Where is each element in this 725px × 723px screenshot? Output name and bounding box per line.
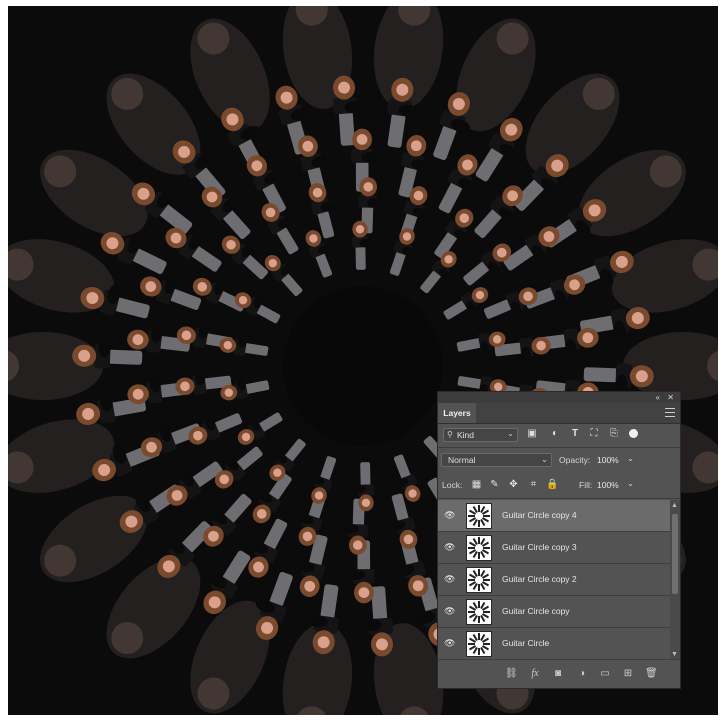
collapse-icon[interactable]: « bbox=[656, 392, 660, 403]
scroll-down-icon[interactable]: ▼ bbox=[671, 651, 678, 658]
pixel-filter-icon[interactable]: ▣ bbox=[526, 428, 538, 440]
divider bbox=[438, 447, 680, 448]
new-layer-icon[interactable]: ⊞ bbox=[622, 668, 634, 680]
opacity-label: Opacity: bbox=[559, 455, 591, 465]
layer-row[interactable]: 👁 Guitar Circle copy bbox=[438, 596, 670, 628]
layer-thumbnail bbox=[466, 567, 492, 593]
chevron-down-icon[interactable]: ⌄ bbox=[627, 478, 634, 489]
smart-object-filter-icon[interactable]: ⎘ bbox=[608, 428, 620, 440]
chevron-down-icon: ⌄ bbox=[507, 429, 514, 438]
fx-icon[interactable]: fx bbox=[529, 668, 541, 680]
panel-tab-row: Layers bbox=[438, 403, 680, 424]
close-icon[interactable]: ✕ bbox=[667, 392, 674, 403]
lock-all-icon[interactable]: 🔒 bbox=[546, 479, 558, 490]
layer-thumbnail bbox=[466, 503, 492, 529]
layer-thumbnail bbox=[466, 599, 492, 625]
chevron-down-icon[interactable]: ⌄ bbox=[627, 453, 634, 464]
layers-list: 👁 Guitar Circle copy 4 👁 Guitar Circle c… bbox=[438, 500, 670, 660]
eye-visibility-icon[interactable]: 👁 bbox=[444, 511, 456, 520]
group-folder-icon[interactable]: ▭ bbox=[599, 668, 611, 680]
search-icon: ⚲ bbox=[447, 430, 453, 439]
lock-artboard-icon[interactable]: ⌗ bbox=[528, 479, 539, 490]
lock-position-icon[interactable]: ✥ bbox=[508, 479, 519, 490]
eye-visibility-icon[interactable]: 👁 bbox=[444, 543, 456, 552]
blend-mode-value: Normal bbox=[448, 455, 476, 465]
eye-visibility-icon[interactable]: 👁 bbox=[444, 639, 456, 648]
divider bbox=[438, 498, 680, 499]
layer-thumbnail bbox=[466, 631, 492, 657]
layer-row[interactable]: 👁 Guitar Circle bbox=[438, 628, 670, 660]
lock-label: Lock: bbox=[442, 480, 463, 490]
lock-transparent-icon[interactable]: ▦ bbox=[471, 479, 482, 490]
filter-toggle[interactable] bbox=[629, 429, 638, 438]
filter-row: ⚲ Kind ⌄ ▣ ◐ T ⛶ ⎘ bbox=[438, 424, 680, 446]
mask-icon[interactable]: ◙ bbox=[552, 668, 564, 680]
panel-title-bar: « ✕ bbox=[438, 392, 680, 403]
trash-icon[interactable]: 🗑 bbox=[645, 668, 658, 680]
chevron-down-icon: ⌄ bbox=[540, 454, 548, 464]
scroll-up-icon[interactable]: ▲ bbox=[671, 502, 678, 509]
layers-scrollbar[interactable]: ▲ ▼ bbox=[670, 500, 680, 660]
layer-name[interactable]: Guitar Circle bbox=[502, 638, 549, 648]
fill-label: Fill: bbox=[579, 480, 593, 490]
layers-panel: « ✕ Layers ⚲ Kind ⌄ ▣ ◐ T ⛶ ⎘ Normal ⌄ O… bbox=[437, 391, 681, 689]
lock-image-icon[interactable]: ✎ bbox=[489, 479, 500, 490]
blend-row: Normal ⌄ Opacity: 100% ⌄ bbox=[438, 449, 680, 471]
layer-name[interactable]: Guitar Circle copy bbox=[502, 606, 570, 616]
type-filter-icon[interactable]: T bbox=[569, 428, 581, 440]
layer-row[interactable]: 👁 Guitar Circle copy 2 bbox=[438, 564, 670, 596]
layer-name[interactable]: Guitar Circle copy 3 bbox=[502, 542, 577, 552]
tab-layers[interactable]: Layers bbox=[438, 403, 476, 423]
panel-menu-icon[interactable] bbox=[665, 408, 675, 417]
panel-bottom-bar: ⛓ fx ◙ ◑ ▭ ⊞ 🗑 bbox=[438, 659, 680, 688]
kind-label: Kind bbox=[457, 430, 475, 440]
layer-row[interactable]: 👁 Guitar Circle copy 3 bbox=[438, 532, 670, 564]
shape-filter-icon[interactable]: ⛶ bbox=[588, 428, 600, 440]
scrollbar-thumb[interactable] bbox=[672, 514, 678, 594]
fill-value[interactable]: 100% bbox=[597, 480, 619, 490]
opacity-value[interactable]: 100% bbox=[597, 455, 619, 465]
kind-filter-select[interactable]: ⚲ Kind ⌄ bbox=[443, 428, 518, 442]
layer-name[interactable]: Guitar Circle copy 4 bbox=[502, 510, 577, 520]
blend-mode-select[interactable]: Normal ⌄ bbox=[441, 453, 552, 467]
adjustment-filter-icon[interactable]: ◐ bbox=[549, 428, 561, 440]
eye-visibility-icon[interactable]: 👁 bbox=[444, 575, 456, 584]
layer-row[interactable]: 👁 Guitar Circle copy 4 bbox=[438, 500, 670, 532]
layer-name[interactable]: Guitar Circle copy 2 bbox=[502, 574, 577, 584]
layer-thumbnail bbox=[466, 535, 492, 561]
eye-visibility-icon[interactable]: 👁 bbox=[444, 607, 456, 616]
adjustment-layer-icon[interactable]: ◑ bbox=[576, 668, 588, 680]
link-layers-icon[interactable]: ⛓ bbox=[505, 668, 518, 680]
lock-row: Lock: ▦ ✎ ✥ ⌗ 🔒 Fill: 100% ⌄ bbox=[438, 476, 680, 496]
